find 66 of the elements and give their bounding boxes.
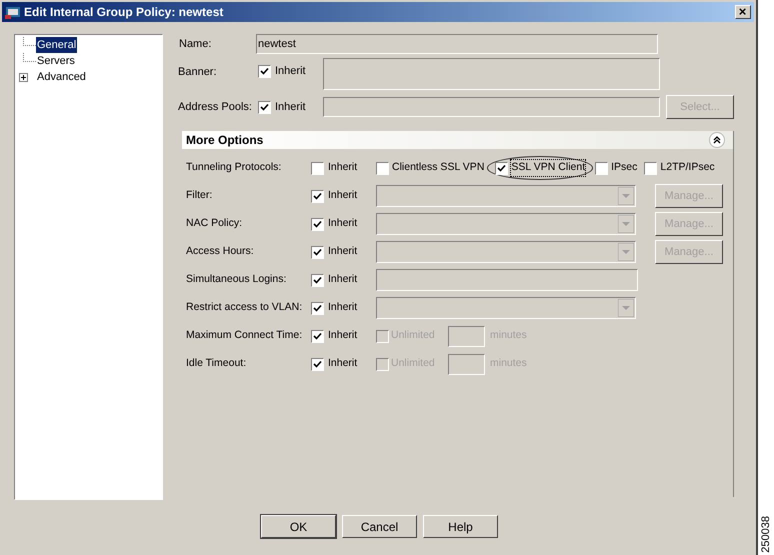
checkbox[interactable] [644, 162, 658, 174]
dropdown-field[interactable] [376, 185, 636, 207]
dropdown-arrow-icon [618, 299, 634, 317]
inherit-checkbox[interactable] [311, 358, 324, 370]
dropdown-arrow-icon [618, 243, 634, 261]
inherit-checkbox[interactable] [311, 162, 324, 174]
checkbox-label: Inherit [328, 160, 358, 176]
checkbox-label: Inherit [328, 188, 358, 204]
dropdown-field[interactable] [376, 213, 636, 235]
field-label: Access Hours: [186, 244, 255, 260]
checkbox-label: SSL VPN Client [511, 160, 586, 176]
checkbox-label: Inherit [328, 244, 358, 260]
field-label: Simultaneous Logins: [186, 272, 288, 288]
field-label: Address Pools: [178, 100, 253, 115]
checkbox-label: Inherit [328, 300, 358, 316]
name-field[interactable]: newtest [256, 34, 658, 54]
dropdown-field[interactable] [376, 297, 636, 319]
checkbox-label: Clientless SSL VPN [392, 160, 484, 176]
tree-item[interactable]: Advanced [36, 68, 87, 86]
section-title: More Options [186, 132, 264, 149]
dialog-button[interactable]: Help [423, 515, 498, 538]
field-label: Maximum Connect Time: [186, 328, 304, 344]
dropdown-arrow-icon [618, 187, 634, 205]
close-button[interactable]: × [734, 5, 750, 19]
checkbox-label: Inherit [328, 272, 358, 288]
inherit-checkbox[interactable] [258, 100, 271, 114]
checkbox-label: Inherit [328, 356, 358, 372]
inherit-checkbox[interactable] [311, 330, 324, 342]
checkbox[interactable] [376, 162, 389, 174]
address-pools-field[interactable] [323, 97, 660, 117]
field-label: Idle Timeout: [186, 356, 248, 372]
checkbox-label: Inherit [275, 100, 306, 115]
field-label: Filter: [186, 188, 214, 204]
dropdown-field[interactable] [376, 241, 636, 263]
field-label: Restrict access to VLAN: [186, 300, 304, 316]
dialog-button[interactable]: Cancel [342, 515, 417, 538]
inherit-checkbox[interactable] [311, 246, 324, 258]
inherit-checkbox[interactable] [311, 274, 324, 286]
inherit-checkbox[interactable] [258, 64, 271, 78]
checkbox[interactable] [595, 162, 608, 174]
checkbox-label: IPsec [611, 160, 638, 176]
expand-icon[interactable] [19, 72, 28, 82]
field-label: NAC Policy: [186, 216, 244, 232]
tree-item[interactable]: Servers [36, 52, 76, 70]
minutes-field[interactable] [448, 354, 485, 374]
checkbox-label: L2TP/IPsec [660, 160, 715, 176]
checkbox-label: Inherit [328, 216, 358, 232]
tree-item[interactable]: General [36, 36, 78, 54]
inherit-checkbox[interactable] [311, 302, 324, 314]
banner-field[interactable] [323, 58, 660, 90]
field-label: Tunneling Protocols: [186, 160, 282, 176]
window-title: Edit Internal Group Policy: newtest [24, 4, 224, 21]
figure-number: 250038 [758, 516, 772, 553]
checkbox[interactable] [495, 162, 508, 174]
app-icon [5, 5, 21, 19]
dialog-button[interactable]: OK [261, 515, 336, 538]
minutes-field[interactable] [448, 326, 485, 346]
dropdown-arrow-icon [618, 215, 634, 233]
checkbox-label: Inherit [275, 64, 306, 79]
inherit-checkbox[interactable] [311, 190, 324, 202]
inherit-checkbox[interactable] [311, 218, 324, 230]
checkbox-label: Inherit [328, 328, 358, 344]
field-label: Name: [178, 36, 212, 52]
text-field[interactable] [376, 269, 638, 291]
field-label: Banner: [178, 65, 218, 80]
collapse-icon[interactable] [709, 132, 725, 148]
